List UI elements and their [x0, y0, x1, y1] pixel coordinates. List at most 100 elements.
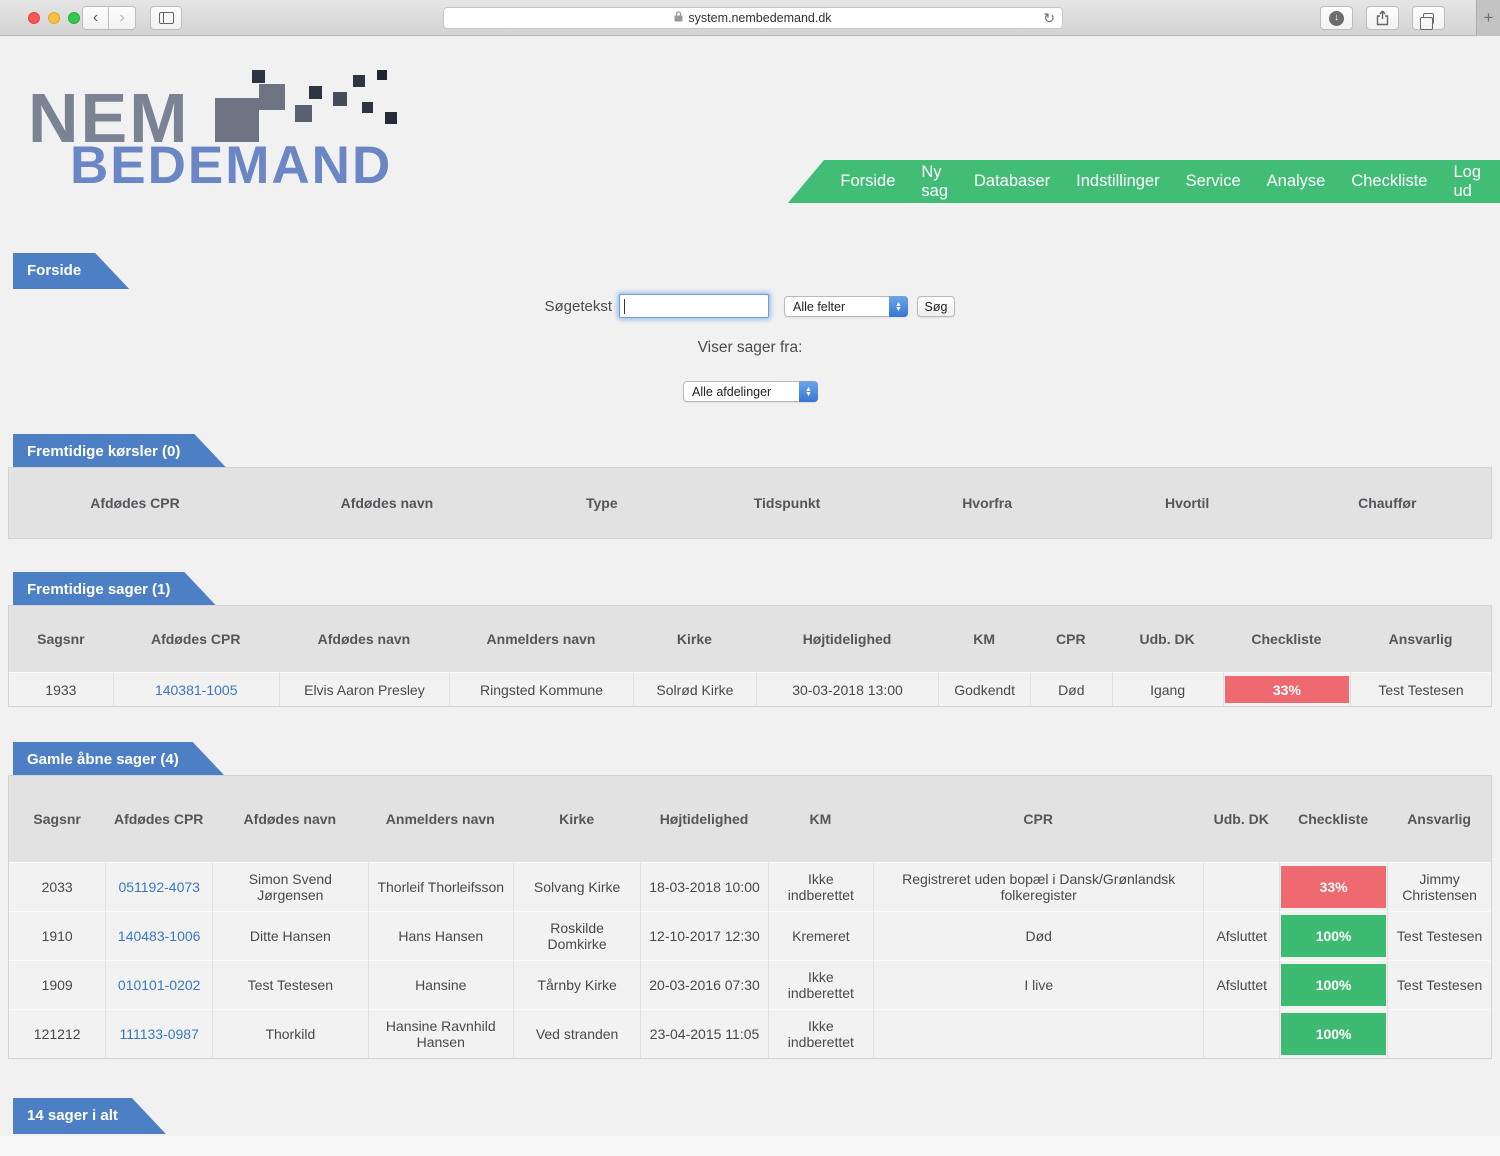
cell-anmelders-navn: Hansine Ravnhild Hansen — [368, 1009, 513, 1058]
logo-pixel — [215, 98, 259, 142]
col-header: Udb. DK — [1203, 776, 1279, 862]
minimize-window-button[interactable] — [48, 12, 60, 24]
cell-kirke: Roskilde Domkirke — [513, 911, 640, 960]
search-field-select[interactable]: Alle felter ▲▼ — [784, 296, 908, 317]
nav-item-checkliste[interactable]: Checkliste — [1351, 172, 1427, 191]
sidebar-toggle-button[interactable] — [150, 6, 182, 30]
cpr-link[interactable]: 051192-4073 — [118, 879, 199, 895]
cell-anmelders-navn: Hansine — [368, 960, 513, 1009]
table-row: 1933 140381-1005 Elvis Aaron Presley Rin… — [9, 672, 1491, 706]
select-stepper-icon: ▲▼ — [889, 296, 908, 317]
reload-icon[interactable]: ↻ — [1043, 10, 1055, 27]
logo-pixel — [295, 105, 312, 122]
logo-pixel — [309, 86, 322, 99]
main-navigation: Forside Ny sag Databaser Indstillinger S… — [788, 160, 1500, 203]
search-field-selected-value: Alle felter — [793, 300, 845, 314]
section-title-koersler: Fremtidige kørsler (0) — [13, 434, 228, 470]
table-header-row: Sagsnr Afdødes CPR Afdødes navn Anmelder… — [9, 606, 1491, 672]
safari-window: ‹ › system.nembedemand.dk ↻ ↓ + — [0, 0, 1500, 1156]
cell-ansvarlig — [1387, 1009, 1491, 1058]
window-controls — [28, 12, 80, 24]
col-header: Checkliste — [1279, 776, 1387, 862]
checkliste-progress-badge[interactable]: 100% — [1281, 915, 1386, 957]
search-label: Søgetekst — [544, 298, 612, 315]
cell-cpr-status: Død — [1030, 672, 1112, 706]
table-row: 1909 010101-0202 Test Testesen Hansine T… — [9, 960, 1491, 1009]
cpr-link[interactable]: 140483-1006 — [118, 928, 201, 944]
col-header: Ansvarlig — [1350, 606, 1491, 672]
download-icon: ↓ — [1329, 11, 1344, 26]
col-header: Afdødes CPR — [9, 468, 261, 538]
col-header: Hvorfra — [883, 468, 1090, 538]
search-input[interactable] — [619, 294, 769, 318]
nav-item-ny-sag[interactable]: Ny sag — [921, 163, 948, 201]
cell-afdodes-navn: Ditte Hansen — [212, 911, 368, 960]
checkliste-progress-badge[interactable]: 33% — [1281, 866, 1386, 908]
col-header: Anmelders navn — [449, 606, 633, 672]
tab-overview-button[interactable] — [1412, 6, 1445, 30]
page-title: Forside — [13, 253, 129, 289]
cell-km: Ikke indberettet — [768, 960, 873, 1009]
col-header: Kirke — [513, 776, 640, 862]
section-title-fremtidige: Fremtidige sager (1) — [13, 572, 218, 608]
nav-item-indstillinger[interactable]: Indstillinger — [1076, 172, 1159, 191]
cell-ansvarlig: Test Testesen — [1387, 960, 1491, 1009]
cell-sagsnr: 1910 — [9, 911, 105, 960]
close-window-button[interactable] — [28, 12, 40, 24]
cell-anmelders-navn: Thorleif Thorleifsson — [368, 862, 513, 911]
nav-item-databaser[interactable]: Databaser — [974, 172, 1050, 191]
cell-sagsnr: 1933 — [9, 672, 113, 706]
cell-cpr-status: Registreret uden bopæl i Dansk/Grønlands… — [873, 862, 1203, 911]
logo-pixel — [252, 70, 265, 83]
cell-hojtidelighed: 30-03-2018 13:00 — [756, 672, 938, 706]
logo-pixel — [362, 102, 373, 113]
col-header: Afdødes CPR — [113, 606, 279, 672]
gamle-sager-table: Sagsnr Afdødes CPR Afdødes navn Anmelder… — [8, 775, 1492, 1059]
cell-km: Ikke indberettet — [768, 862, 873, 911]
downloads-button[interactable]: ↓ — [1320, 6, 1353, 30]
share-icon — [1376, 10, 1389, 26]
cell-sagsnr: 121212 — [9, 1009, 105, 1058]
nav-item-forside[interactable]: Forside — [840, 172, 895, 191]
sidebar-icon — [159, 12, 174, 24]
cell-ansvarlig: Jimmy Christensen — [1387, 862, 1491, 911]
cell-afdodes-navn: Elvis Aaron Presley — [279, 672, 449, 706]
department-select[interactable]: Alle afdelinger ▲▼ — [683, 381, 818, 402]
col-header: Højtidelighed — [640, 776, 767, 862]
table-row: 2033 051192-4073 Simon Svend Jørgensen T… — [9, 862, 1491, 911]
share-button[interactable] — [1366, 6, 1399, 30]
cell-hojtidelighed: 23-04-2015 11:05 — [640, 1009, 767, 1058]
cell-afdodes-navn: Test Testesen — [212, 960, 368, 1009]
checkliste-progress-badge[interactable]: 100% — [1281, 964, 1386, 1006]
checkliste-progress-badge[interactable]: 33% — [1225, 676, 1349, 703]
col-header: Kirke — [633, 606, 756, 672]
col-header: Anmelders navn — [368, 776, 513, 862]
back-button[interactable]: ‹ — [82, 6, 109, 30]
url-text: system.nembedemand.dk — [688, 11, 831, 25]
address-bar[interactable]: system.nembedemand.dk ↻ — [443, 7, 1063, 29]
checkliste-progress-badge[interactable]: 100% — [1281, 1013, 1386, 1055]
col-header: CPR — [873, 776, 1203, 862]
cell-anmelders-navn: Hans Hansen — [368, 911, 513, 960]
new-tab-button[interactable]: + — [1476, 0, 1500, 36]
col-header: Udb. DK — [1112, 606, 1223, 672]
table-header-row: Afdødes CPR Afdødes navn Type Tidspunkt … — [9, 468, 1491, 538]
col-header: Checkliste — [1223, 606, 1350, 672]
cpr-link[interactable]: 111133-0987 — [119, 1026, 198, 1042]
fremtidige-sager-table: Sagsnr Afdødes CPR Afdødes navn Anmelder… — [8, 605, 1492, 707]
search-button[interactable]: Søg — [917, 296, 955, 317]
col-header: Hvortil — [1091, 468, 1284, 538]
page-bottom — [0, 1136, 1500, 1156]
cell-ansvarlig: Test Testesen — [1350, 672, 1491, 706]
search-form: Søgetekst Alle felter ▲▼ Søg — [0, 293, 1500, 323]
nav-item-log-ud[interactable]: Log ud — [1453, 163, 1481, 201]
cell-udb-dk: Afsluttet — [1203, 960, 1279, 1009]
nav-item-service[interactable]: Service — [1186, 172, 1241, 191]
cpr-link[interactable]: 010101-0202 — [118, 977, 201, 993]
zoom-window-button[interactable] — [68, 12, 80, 24]
cell-kirke: Solrød Kirke — [633, 672, 756, 706]
forward-button[interactable]: › — [109, 6, 136, 30]
table-row: 121212 111133-0987 Thorkild Hansine Ravn… — [9, 1009, 1491, 1058]
cpr-link[interactable]: 140381-1005 — [155, 682, 238, 698]
nav-item-analyse[interactable]: Analyse — [1267, 172, 1326, 191]
